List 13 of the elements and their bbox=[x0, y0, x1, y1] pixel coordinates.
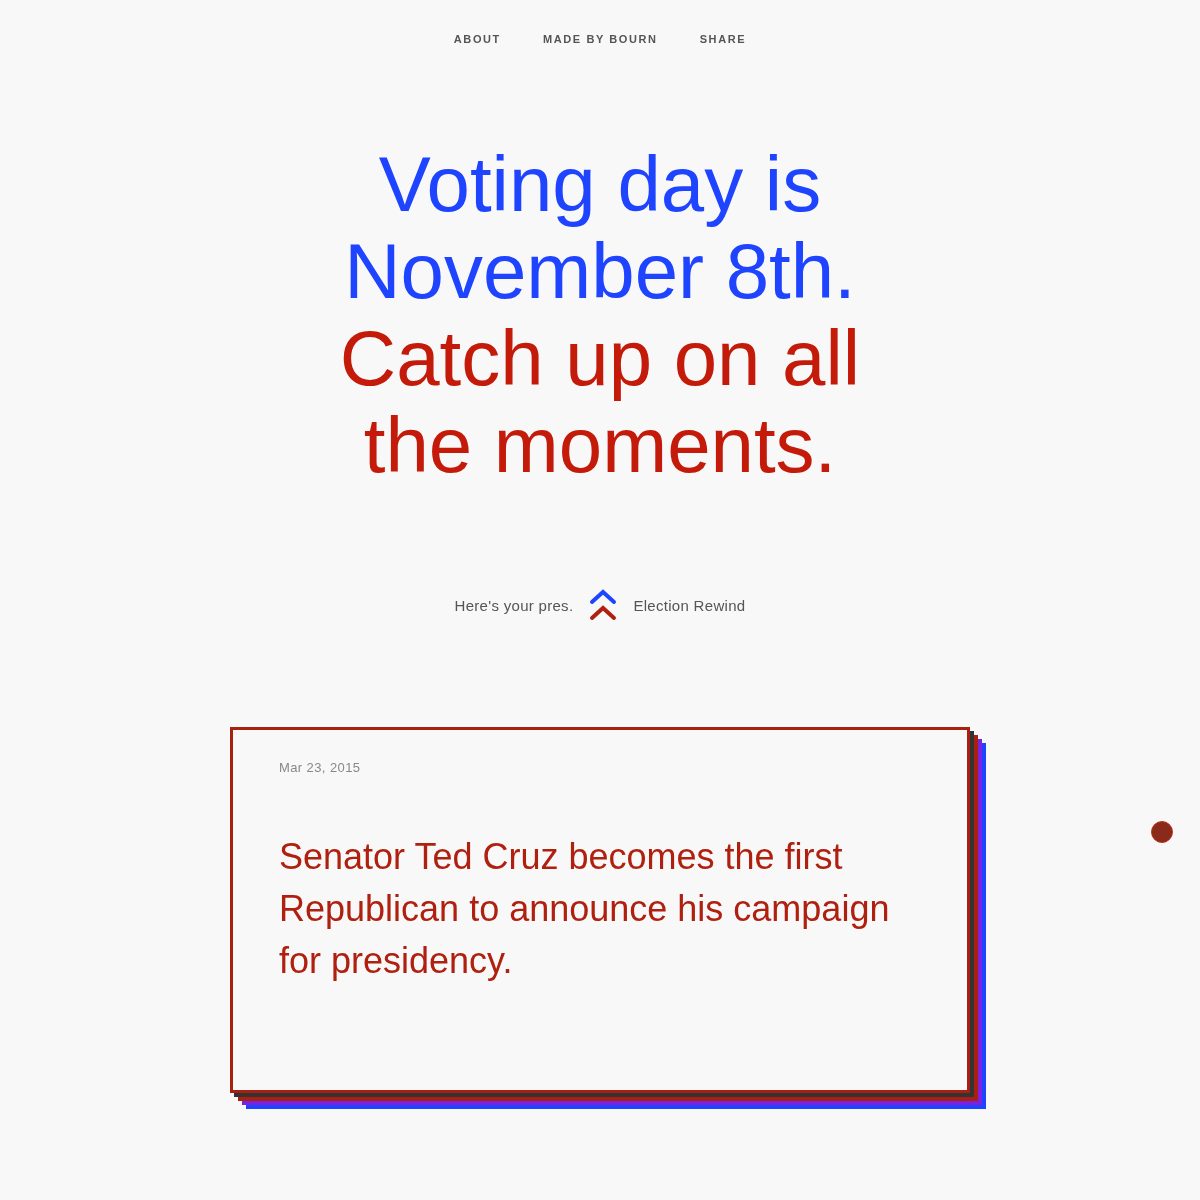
nav-link[interactable]: ABOUT bbox=[453, 33, 501, 45]
headline-line: Voting day is bbox=[378, 141, 822, 228]
nav-link[interactable]: MADE BY BOURN bbox=[542, 33, 658, 45]
brand-name: Election Rewind bbox=[633, 596, 746, 614]
headline-line: November 8th. bbox=[344, 228, 856, 315]
event-text: Senator Ted Cruz becomes the first Republican to announce his campaign for presidency. bbox=[279, 835, 891, 983]
double-chevron-icon bbox=[589, 589, 618, 621]
headline-line: Catch up on all bbox=[339, 315, 861, 402]
event-date: Mar 23, 2015 bbox=[279, 760, 362, 775]
avatar[interactable] bbox=[1151, 821, 1173, 843]
tagline-text: Here's your pres. bbox=[454, 596, 574, 614]
nav-link[interactable]: SHARE bbox=[699, 33, 747, 45]
headline-line: the moments. bbox=[363, 402, 837, 489]
